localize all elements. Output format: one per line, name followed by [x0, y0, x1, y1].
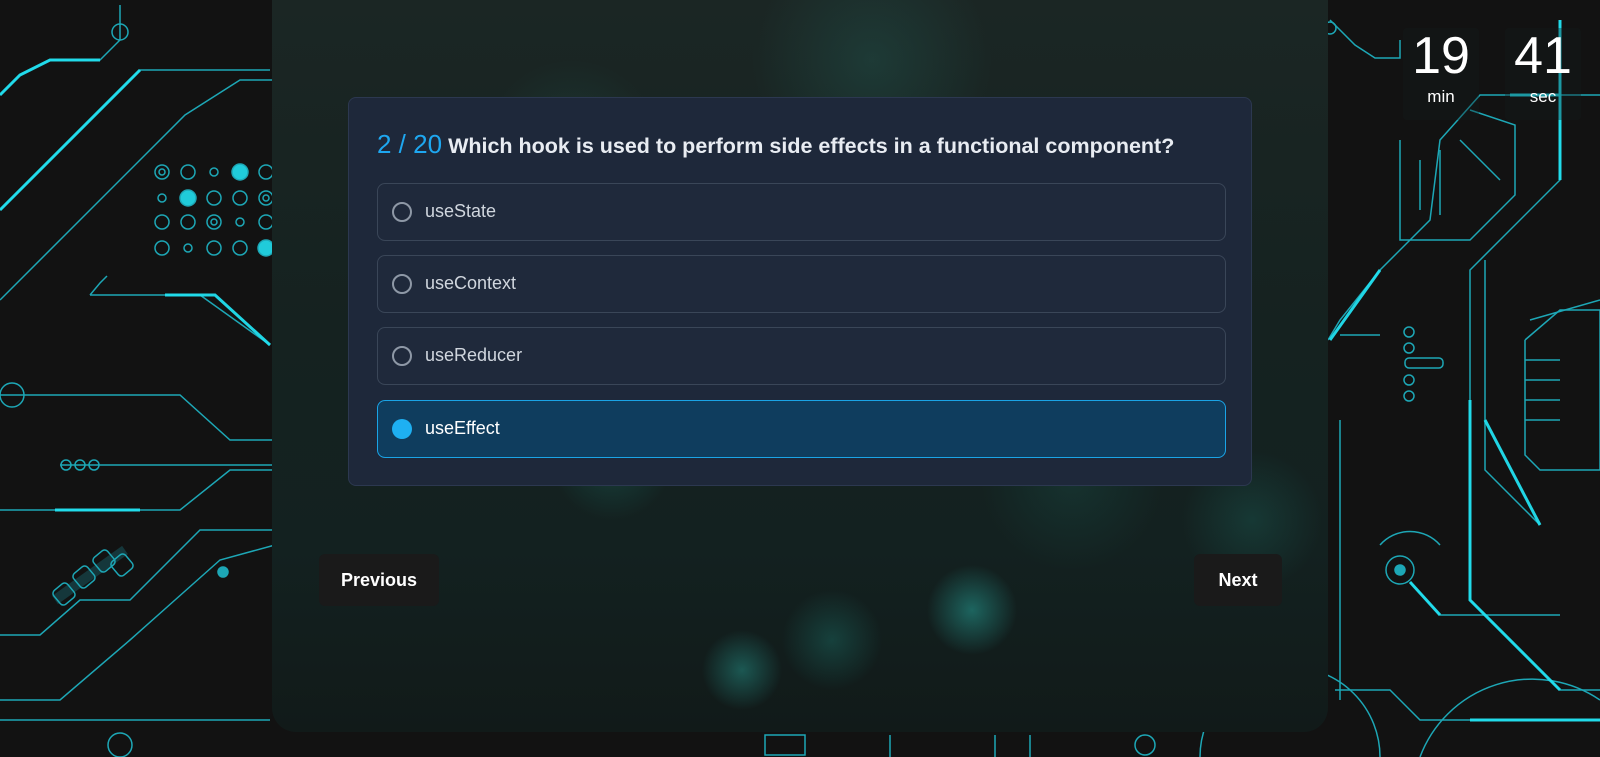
option-useeffect[interactable]: useEffect: [377, 400, 1226, 458]
radio-unchecked-icon[interactable]: [392, 202, 412, 222]
option-usecontext[interactable]: useContext: [377, 255, 1226, 313]
radio-unchecked-icon[interactable]: [392, 346, 412, 366]
next-button[interactable]: Next: [1194, 554, 1282, 606]
option-usestate[interactable]: useState: [377, 183, 1226, 241]
minutes-label: min: [1427, 87, 1455, 106]
option-label: useContext: [425, 273, 517, 293]
minutes-value: 19: [1412, 27, 1470, 85]
question-progress: 2 / 20: [377, 129, 443, 159]
timer-seconds: 41 sec: [1505, 28, 1581, 120]
timer-minutes: 19 min: [1403, 28, 1479, 120]
question-card: 2 / 20 Which hook is used to perform side…: [348, 97, 1252, 486]
radio-checked-icon[interactable]: [392, 419, 412, 439]
seconds-label: sec: [1529, 87, 1557, 106]
option-label: useEffect: [425, 418, 500, 438]
previous-button[interactable]: Previous: [319, 554, 439, 606]
option-label: useReducer: [425, 345, 523, 365]
seconds-value: 41: [1514, 27, 1572, 85]
option-usereducer[interactable]: useReducer: [377, 327, 1226, 385]
radio-unchecked-icon[interactable]: [392, 274, 412, 294]
option-label: useState: [425, 201, 497, 221]
question-header: 2 / 20 Which hook is used to perform side…: [377, 129, 1231, 160]
question-text: Which hook is used to perform side effec…: [448, 134, 1175, 158]
